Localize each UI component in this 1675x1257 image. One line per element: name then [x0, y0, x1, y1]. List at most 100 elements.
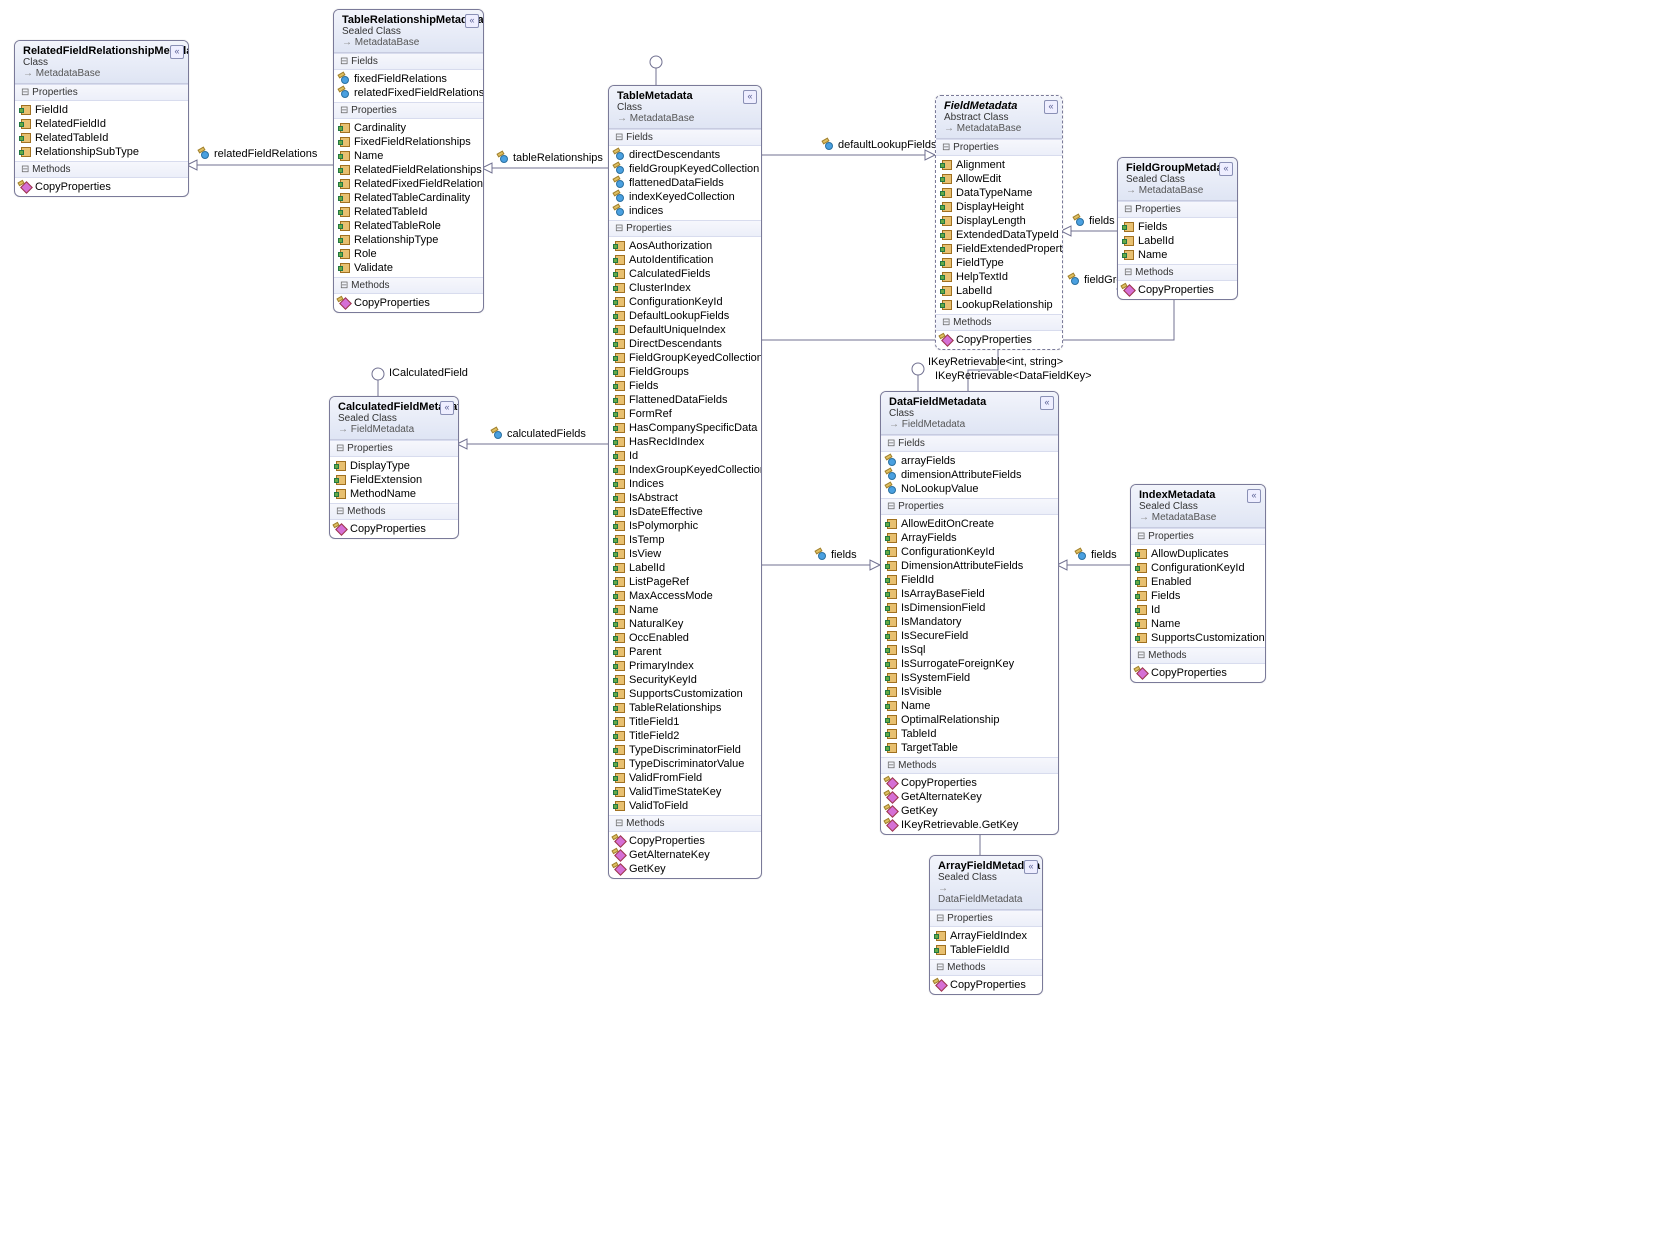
- member-prop[interactable]: Name: [609, 603, 761, 617]
- member-prop[interactable]: MethodName: [330, 487, 458, 501]
- member-prop[interactable]: FieldId: [15, 103, 188, 117]
- member-prop[interactable]: RelatedTableId: [15, 131, 188, 145]
- member-prop[interactable]: FieldType: [936, 256, 1062, 270]
- class-header[interactable]: TableMetadataClassMetadataBase«: [609, 86, 761, 129]
- member-prop[interactable]: ValidToField: [609, 799, 761, 813]
- member-prop[interactable]: ClusterIndex: [609, 281, 761, 295]
- member-prop[interactable]: IsPolymorphic: [609, 519, 761, 533]
- member-method[interactable]: GetKey: [881, 804, 1058, 818]
- member-prop[interactable]: RelatedTableId: [334, 205, 483, 219]
- member-prop[interactable]: FieldGroupKeyedCollection: [609, 351, 761, 365]
- member-method[interactable]: CopyProperties: [936, 333, 1062, 347]
- class-header[interactable]: CalculatedFieldMetadataSealed ClassField…: [330, 397, 458, 440]
- section-header[interactable]: Properties: [881, 498, 1058, 515]
- member-prop[interactable]: HasRecIdIndex: [609, 435, 761, 449]
- member-prop[interactable]: OptimalRelationship: [881, 713, 1058, 727]
- member-prop[interactable]: FormRef: [609, 407, 761, 421]
- member-method[interactable]: CopyProperties: [1118, 283, 1237, 297]
- section-header[interactable]: Properties: [930, 910, 1042, 927]
- member-method[interactable]: GetKey: [609, 862, 761, 876]
- member-prop[interactable]: ValidTimeStateKey: [609, 785, 761, 799]
- member-method[interactable]: IKeyRetrievable.GetKey: [881, 818, 1058, 832]
- member-prop[interactable]: TargetTable: [881, 741, 1058, 755]
- member-prop[interactable]: Fields: [1131, 589, 1265, 603]
- member-prop[interactable]: IsAbstract: [609, 491, 761, 505]
- section-header[interactable]: Methods: [930, 959, 1042, 976]
- member-prop[interactable]: ConfigurationKeyId: [881, 545, 1058, 559]
- member-method[interactable]: CopyProperties: [330, 522, 458, 536]
- member-prop[interactable]: ListPageRef: [609, 575, 761, 589]
- collapse-icon[interactable]: «: [1024, 860, 1038, 874]
- member-prop[interactable]: SecurityKeyId: [609, 673, 761, 687]
- member-prop[interactable]: PrimaryIndex: [609, 659, 761, 673]
- section-header[interactable]: Properties: [936, 139, 1062, 156]
- class-header[interactable]: DataFieldMetadataClassFieldMetadata«: [881, 392, 1058, 435]
- member-prop[interactable]: CalculatedFields: [609, 267, 761, 281]
- member-prop[interactable]: TableRelationships: [609, 701, 761, 715]
- member-method[interactable]: GetAlternateKey: [609, 848, 761, 862]
- class-table-relationship-metadata[interactable]: TableRelationshipMetadataSealed ClassMet…: [333, 9, 484, 313]
- member-prop[interactable]: TableFieldId: [930, 943, 1042, 957]
- member-prop[interactable]: ExtendedDataTypeId: [936, 228, 1062, 242]
- class-calculated-field-metadata[interactable]: CalculatedFieldMetadataSealed ClassField…: [329, 396, 459, 539]
- member-prop[interactable]: ConfigurationKeyId: [1131, 561, 1265, 575]
- member-field[interactable]: indices: [609, 204, 761, 218]
- member-prop[interactable]: TypeDiscriminatorField: [609, 743, 761, 757]
- member-method[interactable]: CopyProperties: [881, 776, 1058, 790]
- member-prop[interactable]: FieldExtension: [330, 473, 458, 487]
- member-field[interactable]: dimensionAttributeFields: [881, 468, 1058, 482]
- member-prop[interactable]: IsVisible: [881, 685, 1058, 699]
- member-prop[interactable]: FixedFieldRelationships: [334, 135, 483, 149]
- member-prop[interactable]: IsSecureField: [881, 629, 1058, 643]
- member-prop[interactable]: IsView: [609, 547, 761, 561]
- member-prop[interactable]: Enabled: [1131, 575, 1265, 589]
- member-prop[interactable]: FieldExtendedProperty: [936, 242, 1062, 256]
- member-prop[interactable]: TitleField2: [609, 729, 761, 743]
- collapse-icon[interactable]: «: [1247, 489, 1261, 503]
- member-prop[interactable]: SupportsCustomization: [609, 687, 761, 701]
- member-prop[interactable]: RelatedFieldId: [15, 117, 188, 131]
- member-prop[interactable]: DataTypeName: [936, 186, 1062, 200]
- member-method[interactable]: CopyProperties: [1131, 666, 1265, 680]
- member-prop[interactable]: IsSurrogateForeignKey: [881, 657, 1058, 671]
- member-prop[interactable]: ArrayFields: [881, 531, 1058, 545]
- member-prop[interactable]: LabelId: [936, 284, 1062, 298]
- collapse-icon[interactable]: «: [1040, 396, 1054, 410]
- member-prop[interactable]: Cardinality: [334, 121, 483, 135]
- member-prop[interactable]: RelatedFieldRelationships: [334, 163, 483, 177]
- member-prop[interactable]: SupportsCustomization: [1131, 631, 1265, 645]
- member-prop[interactable]: Name: [881, 699, 1058, 713]
- member-prop[interactable]: TypeDiscriminatorValue: [609, 757, 761, 771]
- member-field[interactable]: flattenedDataFields: [609, 176, 761, 190]
- section-header[interactable]: Properties: [334, 102, 483, 119]
- member-prop[interactable]: TitleField1: [609, 715, 761, 729]
- member-prop[interactable]: ValidFromField: [609, 771, 761, 785]
- member-prop[interactable]: DirectDescendants: [609, 337, 761, 351]
- member-prop[interactable]: TableId: [881, 727, 1058, 741]
- member-prop[interactable]: NaturalKey: [609, 617, 761, 631]
- class-header[interactable]: FieldMetadataAbstract ClassMetadataBase«: [936, 96, 1062, 139]
- section-header[interactable]: Properties: [1118, 201, 1237, 218]
- member-prop[interactable]: AosAuthorization: [609, 239, 761, 253]
- member-prop[interactable]: IsDimensionField: [881, 601, 1058, 615]
- member-field[interactable]: directDescendants: [609, 148, 761, 162]
- section-header[interactable]: Methods: [609, 815, 761, 832]
- section-header[interactable]: Fields: [334, 53, 483, 70]
- member-prop[interactable]: Alignment: [936, 158, 1062, 172]
- member-prop[interactable]: Role: [334, 247, 483, 261]
- member-prop[interactable]: Name: [334, 149, 483, 163]
- member-prop[interactable]: AllowEdit: [936, 172, 1062, 186]
- collapse-icon[interactable]: «: [465, 14, 479, 28]
- member-method[interactable]: CopyProperties: [609, 834, 761, 848]
- member-prop[interactable]: ConfigurationKeyId: [609, 295, 761, 309]
- member-prop[interactable]: HelpTextId: [936, 270, 1062, 284]
- section-header[interactable]: Fields: [881, 435, 1058, 452]
- member-method[interactable]: CopyProperties: [930, 978, 1042, 992]
- member-prop[interactable]: DisplayLength: [936, 214, 1062, 228]
- class-related-field-rel-metadata[interactable]: RelatedFieldRelationshipMetadataClassMet…: [14, 40, 189, 197]
- member-method[interactable]: GetAlternateKey: [881, 790, 1058, 804]
- member-prop[interactable]: LookupRelationship: [936, 298, 1062, 312]
- member-prop[interactable]: DimensionAttributeFields: [881, 559, 1058, 573]
- section-header[interactable]: Methods: [881, 757, 1058, 774]
- member-prop[interactable]: RelationshipSubType: [15, 145, 188, 159]
